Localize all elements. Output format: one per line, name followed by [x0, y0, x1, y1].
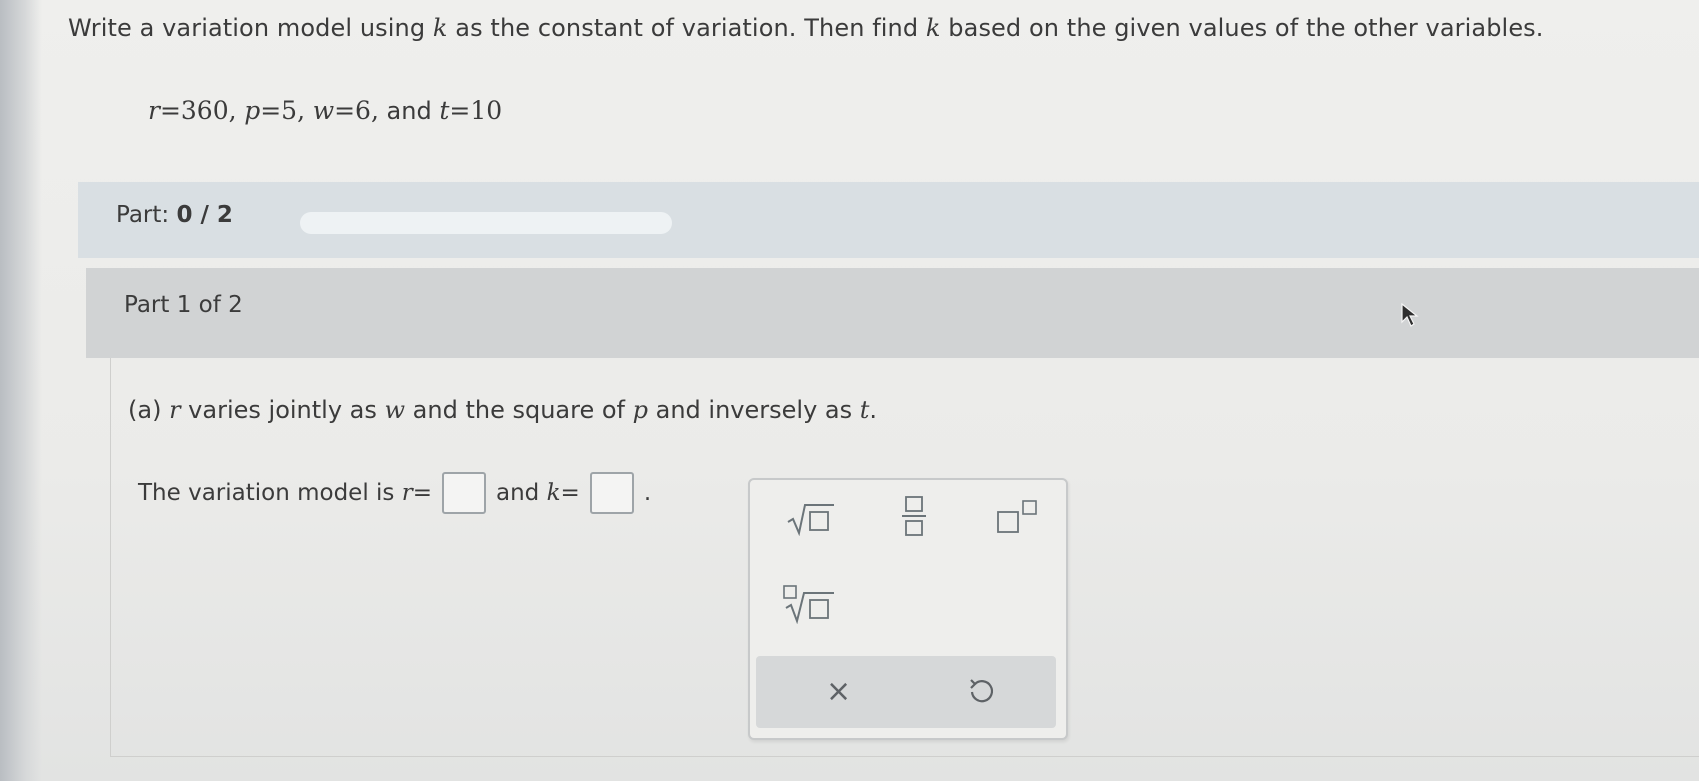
part-progress-value: 0 / 2	[176, 202, 233, 228]
model-prefix: The variation model is	[138, 480, 395, 506]
square-root-icon	[787, 504, 834, 536]
close-icon: ×	[826, 674, 852, 709]
part-a-prompt: (a) r varies jointly as w and the square…	[128, 396, 877, 424]
question-middle: as the constant of variation. Then find	[447, 14, 926, 42]
fraction-icon	[902, 496, 926, 536]
mouse-cursor-icon	[1400, 302, 1420, 332]
var-k: k	[546, 480, 561, 506]
question-text: Write a variation model using k as the c…	[68, 14, 1544, 42]
k-answer-input[interactable]	[589, 472, 634, 514]
variation-model-line: The variation model is r = and k = .	[138, 472, 651, 514]
var-r: r	[401, 480, 413, 506]
exponent-button[interactable]	[996, 498, 1042, 536]
given-w-val: =6,	[334, 96, 379, 125]
part-label-text: Part:	[116, 202, 170, 228]
part-progress-bar: Part: 0 / 2	[78, 182, 1699, 258]
page: Write a variation model using k as the c…	[0, 0, 1699, 781]
part-section-title: Part 1 of 2	[124, 292, 243, 318]
part-a-label: (a)	[128, 396, 170, 424]
var-k: k	[925, 14, 941, 42]
clear-button[interactable]: ×	[826, 674, 851, 710]
equals-sign: =	[412, 480, 432, 506]
model-and: and	[496, 480, 540, 506]
var-p: p	[632, 396, 648, 424]
given-t-var: t	[439, 96, 450, 125]
given-p-val: =5,	[260, 96, 306, 125]
var-k: k	[432, 14, 448, 42]
nth-root-button[interactable]	[780, 584, 836, 624]
part-progress-label: Part: 0 / 2	[116, 202, 233, 228]
undo-icon	[970, 679, 994, 703]
exponent-icon	[997, 500, 1037, 533]
part-a-text: and the square of	[405, 396, 633, 424]
progress-track	[300, 212, 672, 234]
undo-button[interactable]	[966, 676, 996, 710]
given-w-var: w	[312, 96, 335, 125]
question-prefix: Write a variation model using	[68, 14, 433, 42]
given-r-val: =360,	[159, 96, 237, 125]
model-answer-input[interactable]	[442, 472, 486, 514]
part-section-header: Part 1 of 2	[86, 268, 1699, 358]
given-p-var: p	[244, 96, 261, 125]
var-w: w	[384, 396, 406, 424]
given-r-var: r	[148, 96, 160, 125]
palette-footer: ×	[756, 656, 1056, 728]
fraction-button[interactable]	[900, 494, 928, 538]
square-root-button[interactable]	[786, 502, 836, 536]
equals-sign: =	[560, 480, 580, 506]
period: .	[643, 480, 652, 506]
given-and: and	[386, 97, 432, 125]
var-t: t	[859, 396, 870, 424]
given-values: r=360, p=5, w=6, and t=10	[148, 96, 502, 125]
nth-root-icon	[783, 585, 834, 624]
question-suffix: based on the given values of the other v…	[940, 14, 1544, 42]
part-a-text: .	[869, 396, 878, 424]
var-r: r	[169, 396, 181, 424]
given-t-val: =10	[449, 96, 503, 125]
math-palette: ×	[748, 478, 1068, 740]
left-edge-shadow	[0, 0, 42, 781]
part-a-text: and inversely as	[648, 396, 860, 424]
part-a-text: varies jointly as	[180, 396, 385, 424]
